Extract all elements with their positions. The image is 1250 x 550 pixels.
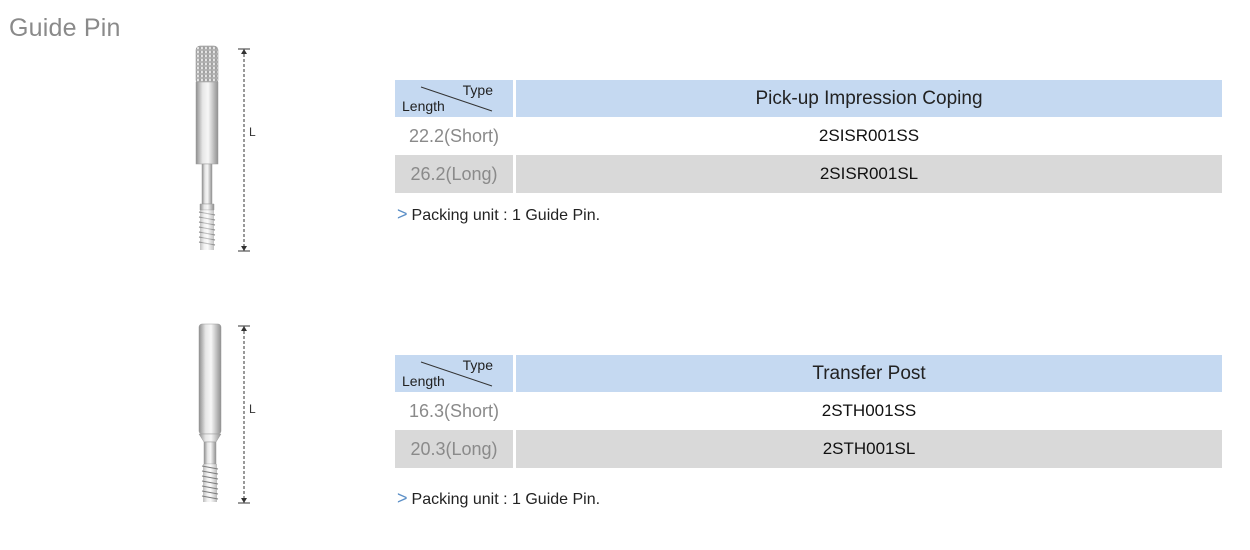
- table-row: 20.3(Long) 2STH001SL: [395, 430, 1222, 468]
- column-header: Transfer Post: [514, 355, 1222, 392]
- length-cell: 16.3(Short): [395, 392, 516, 430]
- table-header-row: Type Length Pick-up Impression Coping: [395, 80, 1222, 117]
- product-code-cell: 2STH001SL: [514, 430, 1222, 468]
- corner-type-label: Type: [462, 82, 493, 98]
- page-title: Guide Pin: [9, 14, 121, 42]
- packing-text: Packing unit : 1 Guide Pin.: [411, 207, 601, 224]
- length-cell: 26.2(Long): [395, 155, 516, 193]
- table-row: 16.3(Short) 2STH001SS: [395, 392, 1222, 430]
- guide-pin-plain-image: [198, 323, 250, 504]
- product-code-cell: 2SISR001SS: [514, 117, 1222, 155]
- packing-note: > Packing unit : 1 Guide Pin.: [397, 204, 600, 225]
- length-cell: 22.2(Short): [395, 117, 516, 155]
- table-row: 22.2(Short) 2SISR001SS: [395, 117, 1222, 155]
- type-length-corner-cell: Type Length: [395, 355, 516, 392]
- packing-text: Packing unit : 1 Guide Pin.: [411, 491, 601, 508]
- packing-note: > Packing unit : 1 Guide Pin.: [397, 488, 600, 509]
- corner-length-label: Length: [402, 373, 445, 389]
- arrow-icon: >: [397, 488, 408, 508]
- product-code-cell: 2SISR001SL: [514, 155, 1222, 193]
- type-length-corner-cell: Type Length: [395, 80, 516, 117]
- arrow-icon: >: [397, 204, 408, 224]
- dimension-label-l: L: [249, 125, 256, 139]
- corner-length-label: Length: [402, 98, 445, 114]
- table-header-row: Type Length Transfer Post: [395, 355, 1222, 392]
- length-cell: 20.3(Long): [395, 430, 516, 468]
- column-header: Pick-up Impression Coping: [514, 80, 1222, 117]
- corner-type-label: Type: [462, 357, 493, 373]
- spec-table-pickup-coping: Type Length Pick-up Impression Coping 22…: [395, 80, 1222, 193]
- spec-table-transfer-post: Type Length Transfer Post 16.3(Short) 2S…: [395, 355, 1222, 468]
- product-code-cell: 2STH001SS: [514, 392, 1222, 430]
- guide-pin-knurled-image: [195, 45, 250, 252]
- dimension-label-l: L: [249, 402, 256, 416]
- table-row: 26.2(Long) 2SISR001SL: [395, 155, 1222, 193]
